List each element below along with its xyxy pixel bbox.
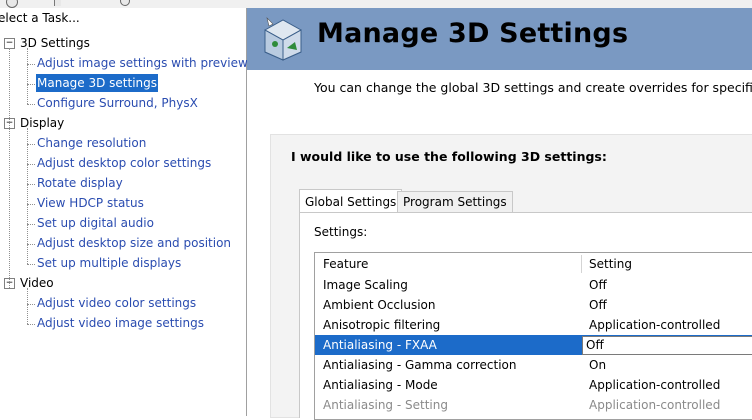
tree-task-link[interactable]: Set up digital audio	[36, 214, 155, 232]
tree-connector	[27, 64, 35, 65]
feature-cell: Antialiasing - Setting	[323, 398, 448, 412]
tree-task-link[interactable]: Rotate display	[36, 174, 124, 192]
tree-category[interactable]: Video	[20, 274, 54, 292]
toolbar-home-icon[interactable]	[120, 0, 130, 6]
tree-connector	[27, 84, 35, 85]
tree-task-link[interactable]: Configure Surround, PhysX	[36, 94, 199, 112]
setting-dropdown[interactable]: Off	[582, 336, 752, 355]
setting-cell[interactable]: Application-controlled	[589, 375, 720, 395]
feature-cell: Antialiasing - Gamma correction	[323, 358, 517, 372]
setting-cell[interactable]: Off	[589, 275, 607, 295]
tree-task-link[interactable]: Adjust desktop size and position	[36, 234, 232, 252]
toolbar-back-icon[interactable]	[6, 0, 18, 8]
column-header-setting[interactable]: Setting	[589, 253, 632, 275]
content-pane: Manage 3D Settings You can change the gl…	[247, 8, 752, 420]
tree-connector	[27, 144, 35, 145]
page-title: Manage 3D Settings	[317, 18, 629, 49]
task-pane-header: elect a Task...	[0, 11, 80, 25]
tree-connector	[27, 104, 35, 105]
table-row[interactable]: Image Scaling Off	[315, 275, 752, 295]
tree-task-link[interactable]: Adjust image settings with preview	[36, 54, 249, 72]
table-row[interactable]: Antialiasing - Setting Application-contro…	[315, 395, 752, 415]
settings-table[interactable]: Feature Setting Image Scaling Off Ambient …	[314, 252, 752, 420]
column-divider[interactable]	[581, 255, 582, 273]
feature-cell: Ambient Occlusion	[323, 298, 436, 312]
tree-connector	[27, 48, 28, 104]
tree-connector	[27, 164, 35, 165]
tree-task-link[interactable]: Change resolution	[36, 134, 147, 152]
task-pane: elect a Task... −3D Settings Adjust image…	[0, 8, 249, 416]
section-heading: I would like to use the following 3D set…	[291, 149, 607, 164]
tab-content: Settings: Feature Setting Image Scaling O…	[299, 212, 752, 420]
tab-global-settings[interactable]: Global Settings	[299, 189, 403, 214]
table-row[interactable]: Antialiasing - FXAA Off	[315, 335, 752, 355]
tree-task-link[interactable]: View HDCP status	[36, 194, 145, 212]
table-row[interactable]: Anisotropic filtering Application-control…	[315, 315, 752, 335]
toolbar-separator	[54, 0, 61, 6]
feature-cell: Anisotropic filtering	[323, 318, 441, 332]
tree-task-link[interactable]: Adjust desktop color settings	[36, 154, 212, 172]
tree-task-link[interactable]: Adjust video image settings	[36, 314, 205, 332]
feature-cell: Antialiasing - FXAA	[323, 338, 437, 352]
table-row[interactable]: Ambient Occlusion Off	[315, 295, 752, 315]
tree-connector	[27, 184, 35, 185]
tree-connector	[27, 244, 35, 245]
page-description: You can change the global 3D settings an…	[314, 80, 752, 95]
nvidia-3d-settings-icon	[264, 17, 302, 61]
tree-connector	[27, 324, 35, 325]
tree-task-link[interactable]: Set up multiple displays	[36, 254, 182, 272]
tree-connector	[27, 304, 35, 305]
feature-cell: Image Scaling	[323, 278, 408, 292]
tree-connector	[27, 204, 35, 205]
tree-connector	[27, 224, 35, 225]
tree-connector	[27, 128, 28, 264]
tree-connector	[27, 264, 35, 265]
setting-cell[interactable]: Application-controlled	[589, 315, 720, 335]
feature-cell: Antialiasing - Mode	[323, 378, 438, 392]
tree-task-link[interactable]: Adjust video color settings	[36, 294, 197, 312]
table-row[interactable]: Antialiasing - Gamma correction On	[315, 355, 752, 375]
settings-panel: I would like to use the following 3D set…	[270, 134, 752, 420]
tree-task-link[interactable]: Manage 3D settings	[36, 74, 159, 92]
tree-root-connector	[9, 48, 10, 288]
page-banner: Manage 3D Settings	[247, 8, 752, 70]
column-header-feature[interactable]: Feature	[323, 253, 368, 275]
settings-label: Settings:	[314, 225, 368, 239]
tree-connector	[27, 288, 28, 324]
setting-cell[interactable]: On	[589, 355, 606, 375]
table-row[interactable]: Antialiasing - Mode Application-controlle…	[315, 375, 752, 395]
tree-category[interactable]: 3D Settings	[20, 34, 90, 52]
setting-cell[interactable]: Application-controlled	[589, 395, 720, 415]
setting-cell[interactable]: Off	[589, 295, 607, 315]
